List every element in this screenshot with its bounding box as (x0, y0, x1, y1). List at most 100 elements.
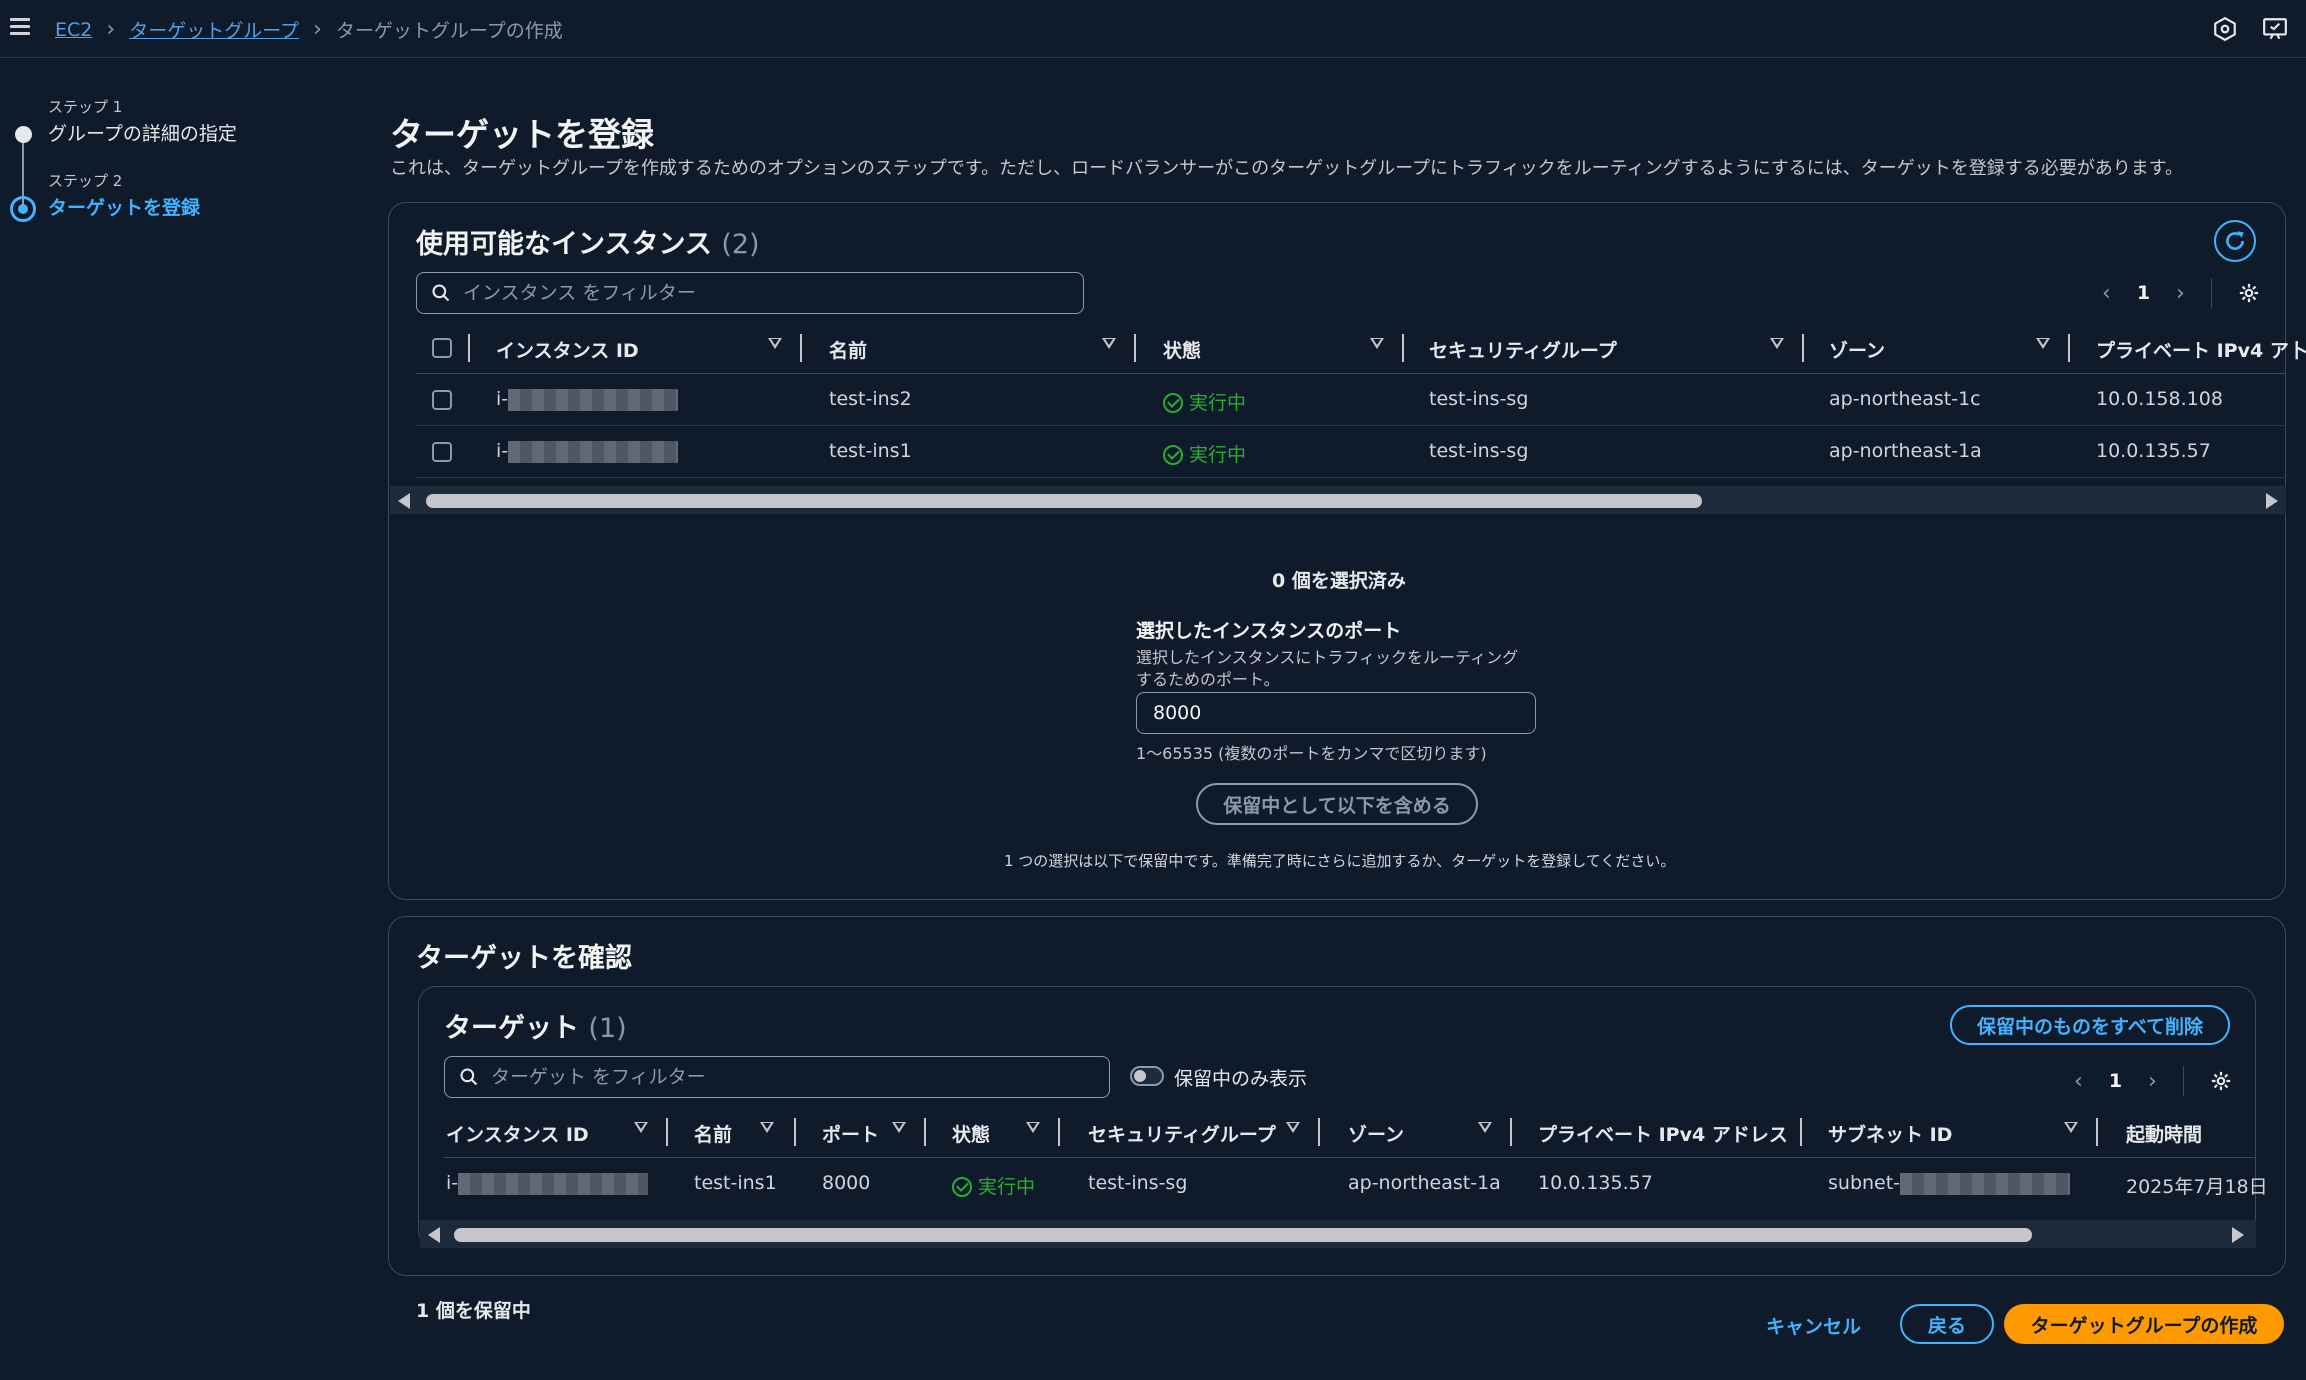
create-target-group-button[interactable]: ターゲットグループの作成 (2004, 1304, 2284, 1344)
scrollbar-thumb[interactable] (454, 1228, 2032, 1242)
target-search-input[interactable] (491, 1066, 1076, 1088)
wizard-steps: ステップ 1 グループの詳細の指定 ステップ 2 ターゲットを登録 (0, 96, 300, 226)
instance-search[interactable] (416, 272, 1084, 314)
column-divider[interactable] (2096, 1118, 2098, 1146)
column-instance-id[interactable]: インスタンス ID (446, 1120, 589, 1147)
security-group-cell: test-ins-sg (1088, 1172, 1188, 1194)
sort-icon[interactable] (1286, 1122, 1300, 1133)
column-state[interactable]: 状態 (1163, 336, 1201, 363)
cancel-button[interactable]: キャンセル (1766, 1312, 1861, 1339)
prev-page-icon[interactable]: ‹ (2074, 1069, 2083, 1094)
column-subnet-id[interactable]: サブネット ID (1828, 1120, 1952, 1147)
check-circle-icon (1163, 445, 1183, 465)
gear-icon[interactable] (2238, 282, 2260, 304)
sort-icon[interactable] (634, 1122, 648, 1133)
column-state[interactable]: 状態 (952, 1120, 990, 1147)
remove-all-pending-button[interactable]: 保留中のものをすべて削除 (1950, 1005, 2230, 1045)
column-port[interactable]: ポート (822, 1120, 879, 1147)
back-button[interactable]: 戻る (1900, 1304, 1994, 1344)
pending-only-toggle[interactable] (1130, 1066, 1164, 1086)
sort-icon[interactable] (892, 1122, 906, 1133)
next-page-icon[interactable]: › (2176, 281, 2185, 306)
target-search[interactable] (444, 1056, 1110, 1098)
scrollbar-thumb[interactable] (426, 494, 1702, 508)
column-divider[interactable] (1510, 1118, 1512, 1146)
port-hint: 1〜65535 (複数のポートをカンマで区切ります) (1136, 744, 1487, 763)
column-divider[interactable] (924, 1118, 926, 1146)
instance-id-cell: i- (496, 388, 679, 411)
sort-icon[interactable] (2064, 1122, 2078, 1133)
include-as-pending-button[interactable]: 保留中として以下を含める (1196, 783, 1478, 825)
breadcrumb-target-groups-link[interactable]: ターゲットグループ (129, 16, 299, 43)
instance-search-input[interactable] (463, 282, 1050, 304)
port-label: 選択したインスタンスのポート (1136, 620, 1402, 642)
column-divider[interactable] (1058, 1118, 1060, 1146)
redacted-subnet (1900, 1172, 2071, 1195)
instance-id-cell: i- (446, 1172, 649, 1195)
sort-icon[interactable] (1770, 338, 1784, 349)
step-1-label: ステップ 1 (48, 98, 123, 116)
select-all-checkbox[interactable] (432, 338, 452, 358)
column-divider[interactable] (1318, 1118, 1320, 1146)
column-name[interactable]: 名前 (694, 1120, 732, 1147)
scroll-left-icon[interactable] (398, 493, 410, 509)
row-checkbox[interactable] (432, 390, 452, 410)
table-row[interactable]: i- test-ins2 実行中 test-ins-sg ap-northeas… (416, 374, 2286, 426)
feedback-icon[interactable] (2262, 16, 2288, 42)
horizontal-scrollbar[interactable] (390, 486, 2286, 514)
current-page[interactable]: 1 (2137, 282, 2150, 304)
sort-icon[interactable] (1478, 1122, 1492, 1133)
column-divider[interactable] (1800, 1118, 1802, 1146)
column-private-ipv4[interactable]: プライベート IPv4 アドレス (1538, 1120, 1788, 1147)
menu-icon[interactable] (10, 18, 30, 36)
column-security-group[interactable]: セキュリティグループ (1088, 1120, 1276, 1147)
check-circle-icon (1163, 393, 1183, 413)
scroll-right-icon[interactable] (2266, 493, 2278, 509)
prev-page-icon[interactable]: ‹ (2102, 281, 2111, 306)
step-2-label: ステップ 2 (48, 172, 123, 190)
column-divider[interactable] (1134, 334, 1136, 362)
table-row[interactable]: i- test-ins1 実行中 test-ins-sg ap-northeas… (416, 426, 2286, 478)
column-divider[interactable] (800, 334, 802, 362)
port-input[interactable] (1136, 692, 1536, 734)
sort-icon[interactable] (768, 338, 782, 349)
sort-icon[interactable] (1102, 338, 1116, 349)
next-page-icon[interactable]: › (2148, 1069, 2157, 1094)
sort-icon[interactable] (1026, 1122, 1040, 1133)
zone-cell: ap-northeast-1c (1829, 388, 1981, 410)
scroll-left-icon[interactable] (428, 1227, 440, 1243)
column-zone[interactable]: ゾーン (1348, 1120, 1404, 1147)
top-navigation-bar: EC2 › ターゲットグループ › ターゲットグループの作成 (0, 0, 2306, 58)
horizontal-scrollbar[interactable] (420, 1220, 2256, 1248)
current-page[interactable]: 1 (2109, 1070, 2122, 1092)
available-instances-count: (2) (721, 229, 760, 260)
row-checkbox[interactable] (432, 442, 452, 462)
settings-hex-icon[interactable] (2212, 16, 2238, 42)
column-security-group[interactable]: セキュリティグループ (1429, 336, 1617, 363)
step-2-title: ターゲットを登録 (48, 197, 201, 219)
chevron-right-icon: › (106, 17, 116, 42)
column-launch-time[interactable]: 起動時間 (2126, 1120, 2202, 1147)
state-cell: 実行中 (1163, 440, 1246, 467)
column-divider[interactable] (794, 1118, 796, 1146)
column-name[interactable]: 名前 (829, 336, 867, 363)
scroll-right-icon[interactable] (2232, 1227, 2244, 1243)
targets-count: (1) (588, 1013, 627, 1044)
column-private-ipv4[interactable]: プライベート IPv4 ア卜 (2096, 336, 2306, 363)
column-instance-id[interactable]: インスタンス ID (496, 336, 639, 363)
security-group-cell: test-ins-sg (1429, 440, 1529, 462)
column-divider[interactable] (666, 1118, 668, 1146)
step-1[interactable]: ステップ 1 グループの詳細の指定 (48, 96, 237, 146)
sort-icon[interactable] (1370, 338, 1384, 349)
instances-table-header: インスタンス ID 名前 状態 セキュリティグループ ゾーン プライベート IP… (416, 324, 2306, 374)
column-divider[interactable] (1802, 334, 1804, 362)
breadcrumb-ec2-link[interactable]: EC2 (55, 19, 92, 41)
sort-icon[interactable] (760, 1122, 774, 1133)
column-divider[interactable] (2068, 334, 2070, 362)
column-zone[interactable]: ゾーン (1829, 336, 1885, 363)
column-divider[interactable] (1402, 334, 1404, 362)
refresh-button[interactable] (2214, 220, 2256, 262)
gear-icon[interactable] (2210, 1070, 2232, 1092)
instance-id-cell: i- (496, 440, 679, 463)
sort-icon[interactable] (2036, 338, 2050, 349)
